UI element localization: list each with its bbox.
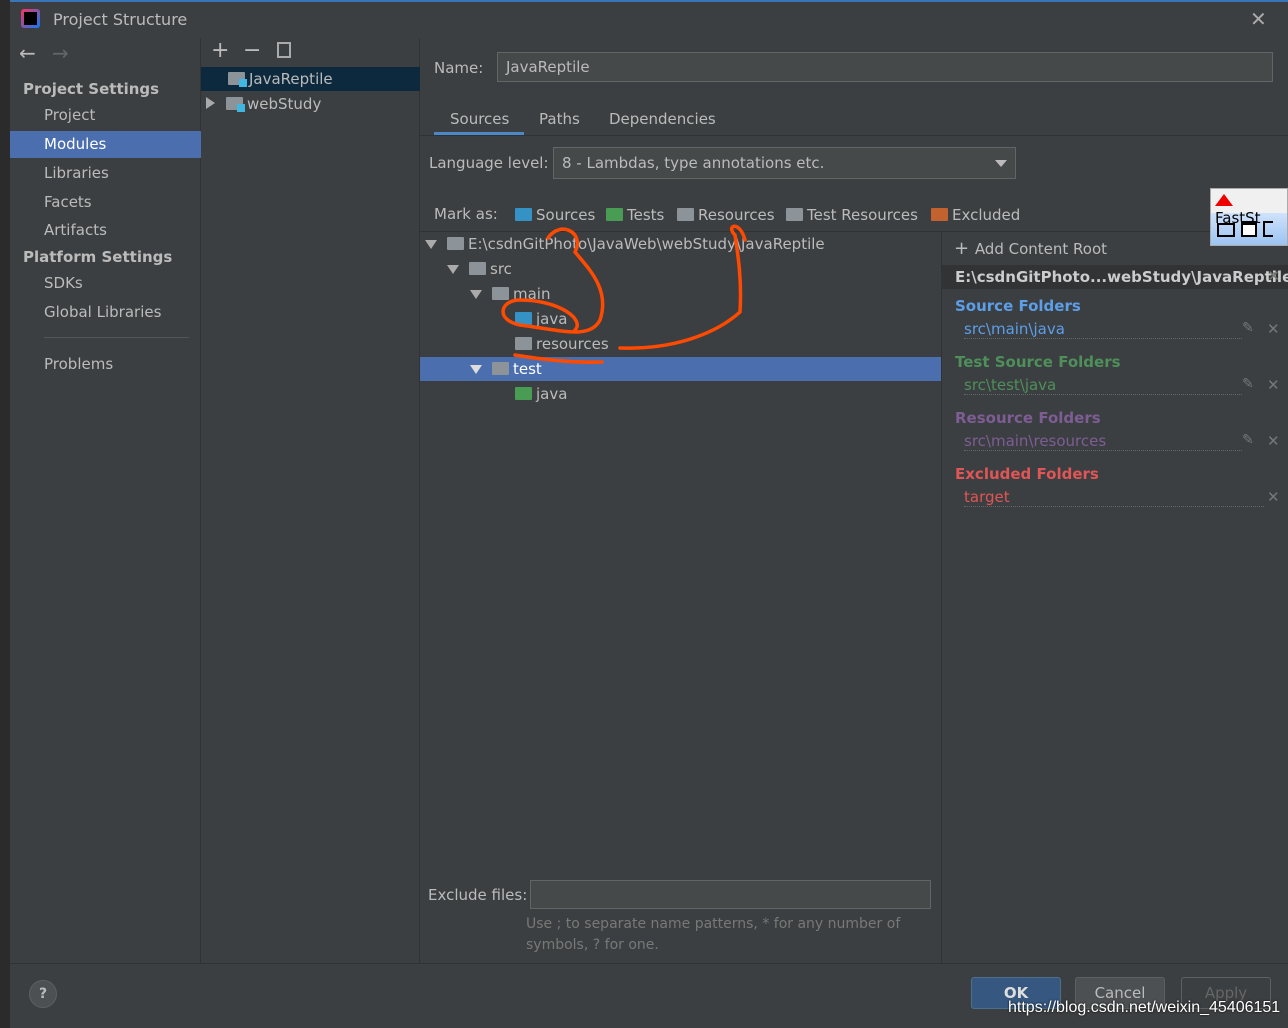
- annotation-strokes: [501, 224, 747, 364]
- annotation-stroke: [501, 227, 605, 334]
- annotation-stroke: [513, 353, 604, 364]
- annotation-stroke: [618, 224, 747, 350]
